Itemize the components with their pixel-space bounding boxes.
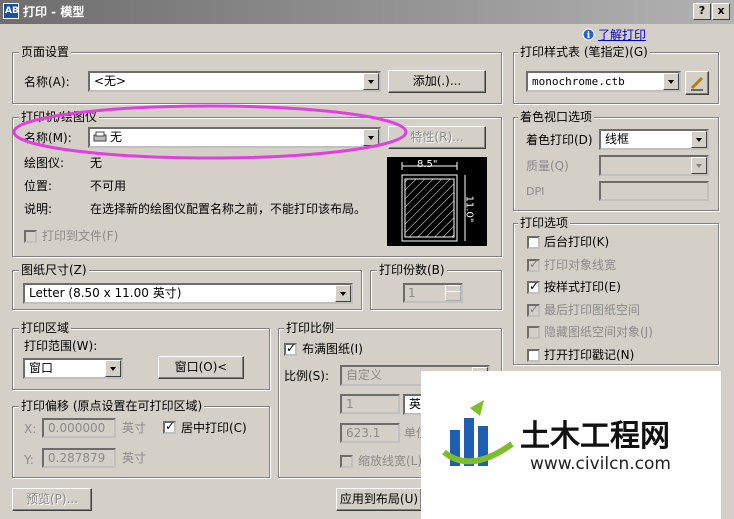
plotter-info-value: 无 (90, 156, 103, 170)
offset-y-label: Y: (24, 453, 34, 467)
preview-height-label: 11.0" (463, 195, 475, 223)
center-plot-checkbox[interactable]: ✓ (163, 420, 176, 434)
plot-option-label: 最后打印图纸空间 (544, 302, 641, 317)
description-value: 在选择新的绘图仪配置名称之前，不能打印该布局。 (90, 202, 367, 216)
plot-scale-legend: 打印比例 (284, 321, 337, 335)
apply-to-layout-button[interactable]: 应用到布局(U) (336, 488, 422, 511)
plotter-info-label: 绘图仪: (24, 156, 65, 170)
shaded-options-legend: 着色视口选项 (518, 110, 595, 124)
plot-range-select[interactable]: 窗口 (23, 358, 123, 379)
shade-plot-label: 着色打印(D) (526, 133, 593, 147)
plot-option-label: 隐藏图纸空间对象(J) (544, 325, 653, 339)
chevron-down-icon[interactable] (691, 131, 707, 148)
dpi-input[interactable] (599, 181, 709, 201)
paper-size-legend: 图纸尺寸(Z) (19, 263, 89, 277)
plot-option-checkbox[interactable] (527, 236, 540, 249)
plot-area-legend: 打印区域 (19, 321, 72, 335)
offset-y-unit: 英寸 (122, 451, 147, 465)
plot-option-label: 按样式打印(E) (544, 280, 621, 294)
window-button[interactable]: 窗口(O)< (158, 356, 244, 379)
plot-option-checkbox[interactable]: ✓ (527, 258, 540, 272)
add-page-setup-button[interactable]: 添加(.)... (388, 70, 486, 93)
chevron-down-icon[interactable] (663, 73, 679, 90)
dpi-label: DPI (526, 185, 545, 198)
window-title: 打印 - 模型 (23, 5, 85, 19)
help-button[interactable]: ? (693, 3, 711, 20)
spin-down-icon[interactable] (445, 291, 461, 301)
shade-plot-select[interactable]: 线框 (599, 129, 709, 150)
copies-legend: 打印份数(B) (377, 263, 447, 277)
plot-option-checkbox[interactable] (527, 348, 540, 362)
chevron-down-icon[interactable] (105, 360, 121, 377)
learn-printing-link[interactable]: 了解打印 (598, 26, 646, 43)
watermark-logo (440, 396, 516, 476)
page-setup-name-select[interactable]: <无> (88, 71, 381, 92)
quality-label: 质量(Q) (526, 159, 569, 173)
chevron-down-icon[interactable] (335, 285, 351, 302)
plot-offset-legend: 打印偏移 (原点设置在可打印区域) (19, 399, 205, 413)
scale-label: 比例(S): (284, 369, 330, 383)
page-setup-legend: 页面设置 (19, 45, 72, 59)
plot-range-label: 打印范围(W): (24, 339, 98, 353)
fit-to-paper-checkbox[interactable]: ✓ (284, 342, 297, 356)
offset-y-input[interactable]: 0.287879 (42, 448, 116, 468)
paper-size-select[interactable]: Letter (8.50 x 11.00 英寸) (23, 283, 353, 304)
scale-value2-input[interactable]: 623.1 (340, 423, 400, 443)
offset-x-unit: 英寸 (122, 421, 147, 435)
watermark-url: www.civilcn.com (530, 454, 671, 474)
svg-text:i: i (587, 31, 591, 41)
location-label: 位置: (24, 179, 53, 193)
quality-select[interactable] (599, 155, 709, 176)
app-icon: AB (3, 3, 19, 19)
edit-style-button[interactable] (685, 71, 709, 95)
page-setup-name-label: 名称(A): (24, 75, 70, 89)
plot-options-legend: 打印选项 (518, 216, 571, 230)
scale-lineweights-checkbox[interactable] (340, 455, 353, 468)
offset-x-input[interactable]: 0.000000 (42, 418, 116, 438)
print-to-file-label: 打印到文件(F) (42, 229, 119, 243)
chevron-down-icon[interactable] (691, 157, 707, 174)
plot-option-checkbox[interactable] (527, 326, 540, 339)
center-plot-label: 居中打印(C) (181, 421, 247, 435)
title-bar (0, 0, 734, 24)
plot-option-checkbox[interactable]: ✓ (527, 303, 540, 317)
offset-x-label: X: (24, 422, 37, 436)
plot-option-label: 打印对象线宽 (544, 257, 617, 272)
pencil-icon (689, 75, 705, 91)
preview-width-label: 8.5" (417, 159, 438, 170)
scale-value1-input[interactable]: 1 (340, 394, 400, 414)
plot-option-label: 打开打印戳记(N) (544, 347, 635, 362)
print-to-file-checkbox[interactable] (24, 230, 37, 243)
plot-option-checkbox[interactable]: ✓ (527, 280, 540, 294)
style-table-legend: 打印样式表 (笔指定)(G) (518, 45, 650, 59)
location-value: 不可用 (90, 179, 127, 193)
preview-button[interactable]: 预览(P)... (12, 488, 92, 511)
watermark-name: 土木工程网 (520, 419, 670, 454)
scale-lineweights-label: 缩放线宽(L) (358, 454, 423, 468)
paper-preview: 8.5" 11.0" (387, 157, 487, 246)
plot-option-label: 后台打印(K) (544, 235, 610, 249)
style-table-select[interactable]: monochrome.ctb (526, 71, 681, 92)
description-label: 说明: (24, 202, 53, 216)
copies-spinner[interactable]: 1 (403, 283, 463, 303)
chevron-down-icon[interactable] (363, 73, 379, 90)
info-icon: i (582, 28, 595, 41)
fit-to-paper-label: 布满图纸(I) (302, 342, 363, 356)
close-button[interactable]: x (712, 3, 730, 20)
annotation-ellipse (10, 103, 410, 161)
